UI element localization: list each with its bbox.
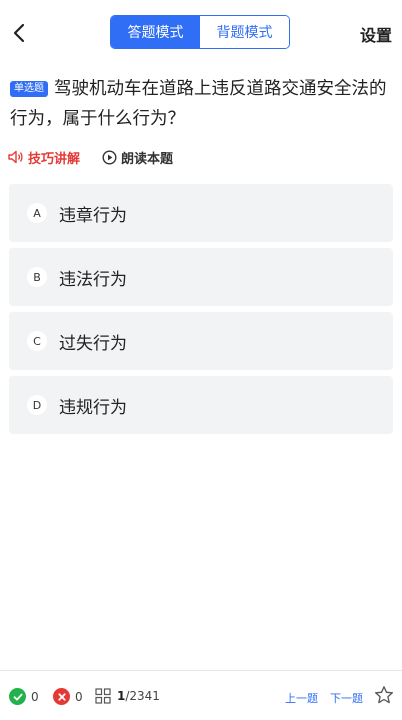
option-text: 过失行为 <box>59 333 127 354</box>
speaker-icon <box>8 150 23 164</box>
option-a[interactable]: A 违章行为 <box>9 184 393 242</box>
cross-icon <box>53 688 70 705</box>
option-letter: A <box>27 203 47 223</box>
question-index-button[interactable]: 1/2341 <box>95 688 160 704</box>
question-tools: 技巧讲解 朗读本题 <box>8 146 173 168</box>
correct-count: 0 <box>9 688 39 705</box>
option-text: 违法行为 <box>59 269 127 290</box>
total-questions: /2341 <box>125 689 160 703</box>
correct-count-value: 0 <box>31 689 39 704</box>
prev-question-button[interactable]: 上一题 <box>285 690 318 706</box>
play-circle-icon <box>102 149 117 165</box>
question-text: 驾驶机动车在道路上违反道路交通安全法的行为，属于什么行为？ <box>10 79 387 129</box>
skill-explain-label: 技巧讲解 <box>28 151 81 167</box>
next-question-button[interactable]: 下一题 <box>330 690 363 706</box>
option-letter: D <box>27 395 47 415</box>
tab-recite-mode[interactable]: 背题模式 <box>200 16 289 48</box>
option-b[interactable]: B 违法行为 <box>9 248 393 306</box>
option-text: 违章行为 <box>59 205 127 226</box>
tab-answer-mode[interactable]: 答题模式 <box>111 16 200 48</box>
back-button[interactable] <box>6 19 32 47</box>
skill-explain-button[interactable]: 技巧讲解 <box>8 148 80 167</box>
back-arrow-icon <box>13 23 25 43</box>
grid-icon <box>95 688 111 704</box>
settings-button[interactable]: 设置 <box>360 22 392 46</box>
wrong-count: 0 <box>53 688 83 705</box>
read-aloud-button[interactable]: 朗读本题 <box>102 148 173 167</box>
mode-toggle: 答题模式 背题模式 <box>110 15 290 49</box>
question-type-badge: 单选题 <box>10 81 48 97</box>
current-question-number: 1 <box>117 689 126 703</box>
read-aloud-label: 朗读本题 <box>121 151 174 167</box>
option-text: 违规行为 <box>59 397 127 418</box>
option-c[interactable]: C 过失行为 <box>9 312 393 370</box>
option-d[interactable]: D 违规行为 <box>9 376 393 434</box>
top-bar: 答题模式 背题模式 设置 <box>0 0 402 66</box>
option-letter: C <box>27 331 47 351</box>
bottom-bar: 0 0 1/2341 上一题 下一题 <box>0 670 402 720</box>
question-block: 单选题 驾驶机动车在道路上违反道路交通安全法的行为，属于什么行为？ <box>10 74 390 134</box>
check-icon <box>9 688 26 705</box>
star-icon <box>374 686 394 704</box>
favorite-button[interactable] <box>374 685 394 709</box>
option-letter: B <box>27 267 47 287</box>
wrong-count-value: 0 <box>75 689 83 704</box>
